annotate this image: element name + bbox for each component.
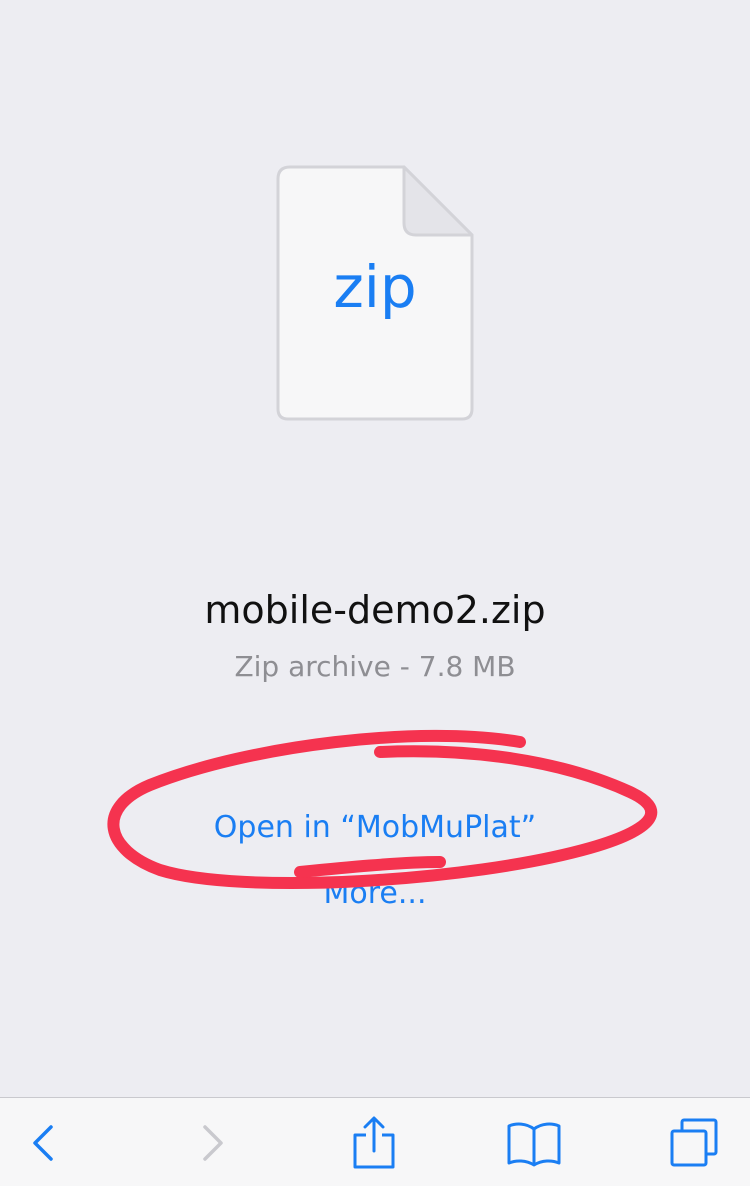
zip-file-icon: zip (276, 165, 474, 421)
share-icon (351, 1115, 397, 1171)
bookmarks-icon (506, 1119, 562, 1167)
forward-button[interactable] (172, 1098, 252, 1186)
back-icon (29, 1123, 59, 1163)
share-button[interactable] (334, 1098, 414, 1186)
tabs-icon (668, 1117, 720, 1169)
bottom-toolbar (0, 1097, 750, 1186)
file-type-size: Zip archive - 7.8 MB (234, 650, 516, 683)
tabs-button[interactable] (654, 1098, 734, 1186)
download-preview-page: zip mobile-demo2.zip Zip archive - 7.8 M… (0, 0, 750, 1186)
back-button[interactable] (4, 1098, 84, 1186)
bookmarks-button[interactable] (494, 1098, 574, 1186)
more-options-button[interactable]: More... (0, 876, 750, 911)
forward-icon (197, 1123, 227, 1163)
file-name: mobile-demo2.zip (204, 588, 546, 632)
open-in-app-button[interactable]: Open in “MobMuPlat” (0, 810, 750, 845)
file-extension-label: zip (333, 253, 417, 321)
